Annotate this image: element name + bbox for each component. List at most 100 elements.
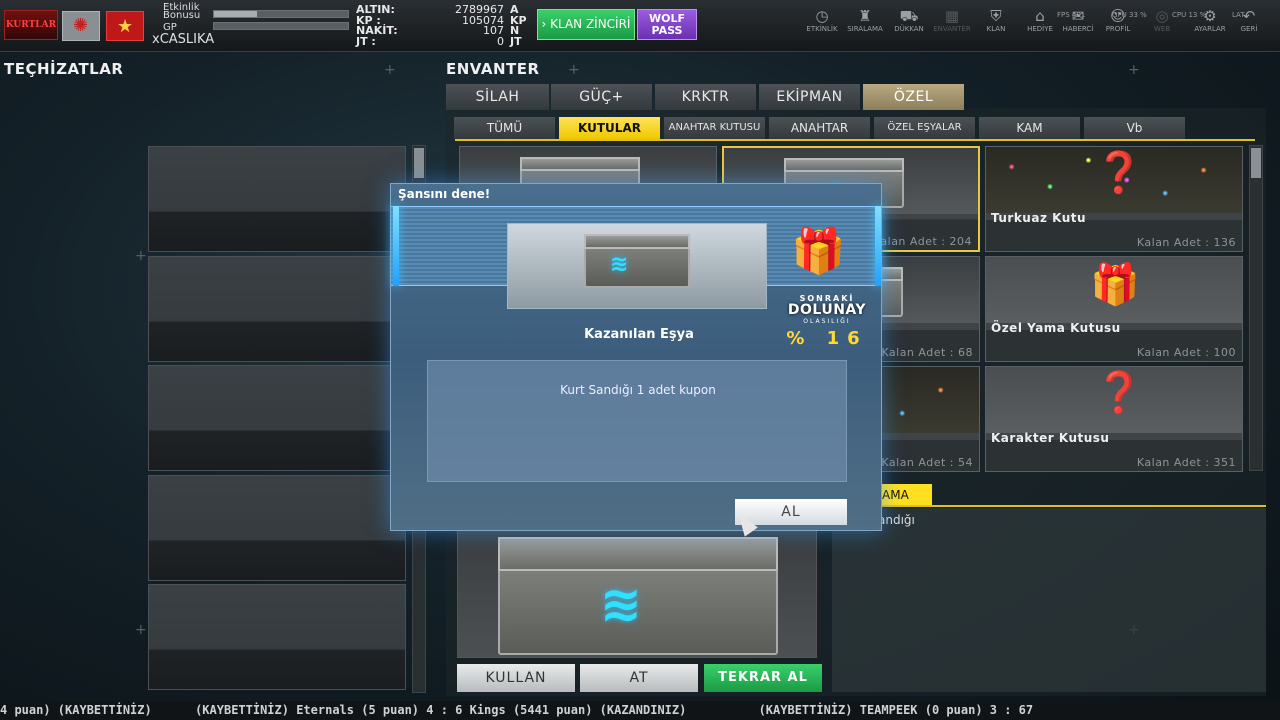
plus-marker: +: [384, 62, 396, 78]
event-bonus-bar: [213, 10, 349, 18]
clan-chain-button[interactable]: › KLAN ZİNCİRİ: [537, 9, 635, 40]
menu-clan[interactable]: ⛨ KLAN: [974, 8, 1018, 34]
won-item-box: Kurt Sandığı 1 adet kupon: [427, 360, 847, 482]
tab-equipment[interactable]: EKİPMAN: [759, 84, 860, 110]
menu-label: AYARLAR: [1194, 25, 1226, 33]
item-name: Karakter Kutusu: [991, 431, 1110, 445]
cart-icon: ⛟: [899, 7, 919, 25]
inventory-scrollbar[interactable]: [1249, 145, 1263, 471]
menu-label: DÜKKAN: [894, 25, 924, 33]
equipment-slot[interactable]: [148, 365, 406, 471]
plus-marker: +: [568, 62, 580, 78]
description-panel: [832, 508, 1266, 692]
menu-inventory[interactable]: ▦ ENVANTER: [930, 7, 974, 34]
menu-label: PROFİL: [1105, 25, 1131, 33]
latency-readout: LAT: [1232, 11, 1245, 19]
menu-events[interactable]: ◷ ETKİNLİK: [800, 7, 844, 34]
description-text: andığı: [878, 513, 915, 527]
equipment-slot[interactable]: [148, 584, 406, 690]
currency-panel: ALTIN: 2789967 A KP :105074 KP NAKİT: 107 N J…: [356, 4, 530, 51]
tab-power[interactable]: GÜÇ+: [551, 84, 652, 110]
plus-marker: +: [135, 248, 147, 264]
item-image: 🎁: [986, 257, 1242, 323]
ranking-icon: ♜: [858, 7, 872, 25]
tab-character[interactable]: KRKTR: [655, 84, 756, 110]
menu-label: ETKİNLİK: [806, 25, 838, 33]
item-qty: Kalan Adet : 351: [1136, 456, 1236, 469]
subtab-misc[interactable]: Vb: [1084, 117, 1185, 139]
turquoise-box-icon: ❓: [1094, 150, 1144, 196]
subtab-key-box[interactable]: ANAHTAR KUTUSU: [664, 117, 765, 139]
event-bonus-label-2: Bonusu: [163, 10, 201, 21]
equipment-title: TEÇHİZATLAR: [4, 60, 124, 78]
lucky-draw-dialog: Şansını dene! ≋ 🎁 SONRAKİ DOLUNAY OLASIL…: [390, 183, 882, 531]
equipment-slot[interactable]: [148, 256, 406, 362]
gift-icon: 🎁: [791, 226, 846, 277]
subtab-boxes[interactable]: KUTULAR: [559, 117, 660, 139]
subtab-key[interactable]: ANAHTAR: [769, 117, 870, 139]
item-card[interactable]: 🎁 Özel Yama Kutusu Kalan Adet : 100: [985, 256, 1243, 362]
scrollbar-thumb[interactable]: [414, 148, 424, 178]
tab-weapon[interactable]: SİLAH: [446, 84, 549, 110]
subtab-camo[interactable]: KAM: [979, 117, 1080, 139]
menu-label: HABERCİ: [1062, 25, 1094, 33]
currency-value: 107: [483, 24, 504, 37]
chance-label: OLASILIĞI: [803, 318, 851, 325]
game-logo: KURTLAR: [4, 10, 58, 40]
item-qty: Kalan Adet : 100: [1136, 346, 1236, 359]
subtab-all[interactable]: TÜMÜ: [454, 117, 555, 139]
emblem-icon: [62, 11, 100, 41]
menu-label: SIRALAMA: [847, 25, 883, 33]
fps-readout: FPS 401: [1057, 11, 1086, 19]
event-bonus-bar-fill: [214, 11, 257, 17]
menu-label: GERİ: [1240, 25, 1258, 33]
glow-edge: [393, 206, 399, 286]
item-card[interactable]: ❓ Karakter Kutusu Kalan Adet : 351: [985, 366, 1243, 472]
full-moon-label: DOLUNAY: [787, 302, 867, 318]
use-button[interactable]: KULLAN: [457, 664, 575, 692]
gp-bar: [213, 22, 349, 30]
clock-icon: ◷: [815, 7, 829, 25]
tab-special[interactable]: ÖZEL: [863, 84, 964, 110]
inventory-icon: ▦: [944, 7, 960, 25]
player-name: xCASLIKA: [152, 32, 215, 47]
currency-row: JT : 0 JT: [356, 34, 530, 48]
equipment-slot[interactable]: [148, 475, 406, 581]
currency-key: JT :: [356, 34, 376, 48]
dialog-title: Şansını dene!: [398, 187, 491, 201]
menu-label: HEDİYE: [1027, 25, 1053, 33]
gpu-readout: GPU 33 %: [1112, 11, 1147, 19]
equipment-slot[interactable]: [148, 146, 406, 252]
item-name: Turkuaz Kutu: [991, 211, 1087, 225]
subtab-special-items[interactable]: ÖZEL EŞYALAR: [874, 117, 975, 139]
scrollbar-thumb[interactable]: [1251, 148, 1261, 178]
drop-button[interactable]: AT: [580, 664, 698, 692]
patch-box-icon: 🎁: [1090, 262, 1140, 308]
plus-marker: +: [135, 622, 147, 638]
item-qty: Kalan Adet : 136: [1136, 236, 1236, 249]
currency-unit: JT: [510, 34, 522, 48]
wolf-pass-button[interactable]: WOLF PASS: [637, 9, 697, 40]
item-qty: Kalan Adet : 204: [872, 235, 972, 248]
rebuy-button[interactable]: TEKRAR AL: [704, 664, 822, 692]
selected-item-preview: ≋: [457, 528, 817, 658]
item-image: ❓: [986, 367, 1242, 433]
crate-icon: ≋: [584, 234, 690, 288]
top-bar: KURTLAR Etkinlik Bonusu GP xCASLIKA ALTI…: [0, 0, 1280, 52]
won-item-text: Kurt Sandığı 1 adet kupon: [560, 383, 716, 397]
item-qty: Kalan Adet : 54: [881, 456, 973, 469]
menu-shop[interactable]: ⛟ DÜKKAN: [887, 7, 931, 34]
news-ticker: 4 puan) (KAYBETTİNİZ) (KAYBETTİNİZ) Eter…: [0, 701, 1280, 720]
won-item-label: Kazanılan Eşya: [584, 327, 694, 342]
plus-marker: +: [1128, 62, 1140, 78]
main-menu: ◷ ETKİNLİK ♜ SIRALAMA ⛟ DÜKKAN ▦ ENVANTER ⛨ K…: [800, 8, 1280, 42]
item-name: Özel Yama Kutusu: [991, 321, 1121, 335]
item-qty: Kalan Adet : 68: [881, 346, 973, 359]
item-card[interactable]: ❓ Turkuaz Kutu Kalan Adet : 136: [985, 146, 1243, 252]
item-image: ❓: [986, 147, 1242, 213]
prize-image: ≋: [507, 223, 767, 309]
wolf-pass-label-2: PASS: [651, 24, 683, 37]
menu-label: ENVANTER: [933, 25, 971, 33]
rank-star-icon: [106, 11, 144, 41]
menu-ranking[interactable]: ♜ SIRALAMA: [843, 7, 887, 34]
